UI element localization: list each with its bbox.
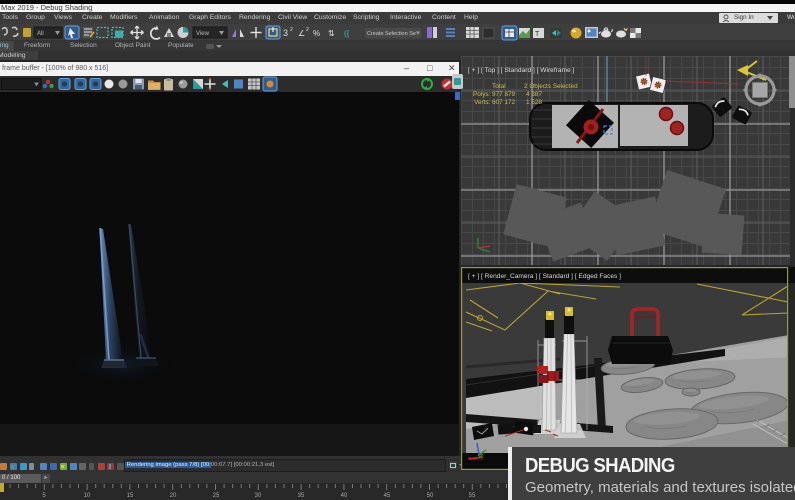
- svg-text:[ + ] [ Render_Camera ] [ Stan: [ + ] [ Render_Camera ] [ Standard ] [ E…: [468, 273, 621, 280]
- svg-text:Create Selection Se: Create Selection Se: [367, 31, 416, 37]
- svg-text:45: 45: [384, 493, 391, 499]
- svg-text:2: 2: [290, 27, 293, 33]
- svg-text:({: ({: [344, 29, 350, 38]
- svg-text:View: View: [196, 31, 210, 37]
- svg-text:977 879: 977 879: [492, 91, 516, 98]
- svg-text:20: 20: [170, 493, 177, 499]
- svg-text:Verts:: Verts:: [474, 99, 491, 106]
- svg-text:2 Objects Selected: 2 Objects Selected: [524, 83, 578, 90]
- svg-text:3: 3: [283, 28, 288, 38]
- svg-text:4 387: 4 387: [526, 91, 542, 98]
- svg-text:%: %: [313, 29, 320, 38]
- svg-text:Total: Total: [492, 83, 506, 90]
- svg-text:Polys:: Polys:: [473, 91, 491, 98]
- svg-text:607 172: 607 172: [492, 99, 516, 106]
- svg-text:55: 55: [469, 493, 476, 499]
- svg-text:All: All: [37, 31, 44, 37]
- svg-text:⇅: ⇅: [328, 29, 335, 38]
- svg-text:30: 30: [255, 493, 262, 499]
- svg-text:25: 25: [213, 493, 220, 499]
- svg-text:50: 50: [427, 493, 434, 499]
- svg-text:35: 35: [298, 493, 305, 499]
- svg-text:2: 2: [306, 27, 309, 33]
- svg-text:T: T: [535, 31, 540, 38]
- svg-text:10: 10: [84, 493, 91, 499]
- svg-text:∠: ∠: [298, 29, 305, 38]
- svg-text:1 528: 1 528: [526, 99, 542, 106]
- svg-text:15: 15: [127, 493, 134, 499]
- svg-text:[ + ] [ Top ] [ Standard ] [ W: [ + ] [ Top ] [ Standard ] [ Wireframe ]: [468, 67, 575, 74]
- svg-text:40: 40: [341, 493, 348, 499]
